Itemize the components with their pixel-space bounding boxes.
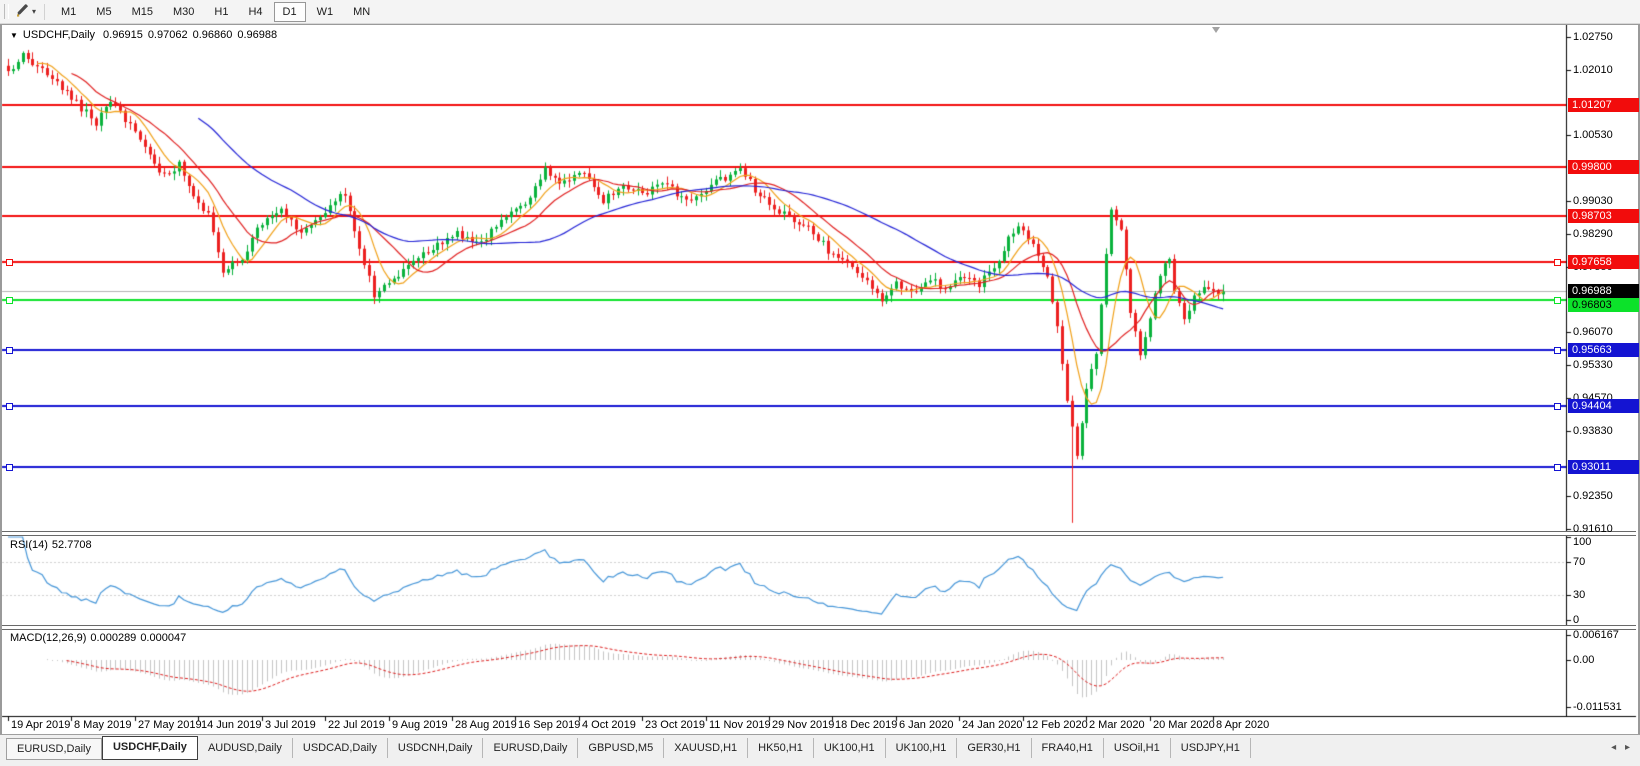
toolbar-separator <box>44 3 46 20</box>
chart-tabs: EURUSD,Daily USDCHF,Daily AUDUSD,Daily USDC… <box>6 735 1251 760</box>
drawing-tool-button[interactable]: ▾ <box>14 1 38 22</box>
chart-tab-bar: EURUSD,Daily USDCHF,Daily AUDUSD,Daily USDC… <box>0 734 1640 766</box>
tab-scroll-right-icon[interactable]: ▸ <box>1625 742 1630 753</box>
chart-tab-uk100-h1[interactable]: UK100,H1 <box>886 738 958 758</box>
chart-tab-fra40-h1[interactable]: FRA40,H1 <box>1032 738 1104 758</box>
chart-tab-audusd-daily[interactable]: AUDUSD,Daily <box>198 738 293 758</box>
mt4-terminal: { "icons": { "chart_menu": "▼", "toolbar… <box>0 0 1640 766</box>
chart-canvas[interactable] <box>0 0 1640 766</box>
timeframe-button-m5[interactable]: M5 <box>87 2 120 22</box>
chart-tab-usdcnh-daily[interactable]: USDCNH,Daily <box>388 738 484 758</box>
chart-tab-gbpusd-m5[interactable]: GBPUSD,M5 <box>578 738 665 758</box>
timeframe-button-m30[interactable]: M30 <box>164 2 203 22</box>
chart-tab-usdchf-daily[interactable]: USDCHF,Daily <box>101 736 198 760</box>
timeframe-button-mn[interactable]: MN <box>344 2 379 22</box>
timeframe-button-d1[interactable]: D1 <box>273 1 306 22</box>
chart-tab-usoil-h1[interactable]: USOil,H1 <box>1104 738 1171 758</box>
chart-tab-xauusd-h1[interactable]: XAUUSD,H1 <box>664 738 749 758</box>
chart-tab-uk100-h1[interactable]: UK100,H1 <box>814 738 886 758</box>
tab-scroll-left-icon[interactable]: ◂ <box>1611 742 1616 753</box>
timeframe-button-w1[interactable]: W1 <box>308 2 343 22</box>
chart-tab-usdcad-daily[interactable]: USDCAD,Daily <box>293 738 388 758</box>
chart-tab-eurusd-daily[interactable]: EURUSD,Daily <box>6 738 102 760</box>
tab-scroll-arrows: ◂ ▸ <box>1605 742 1630 753</box>
timeframe-buttons: M1 M5 M15 M30 H1 H4 D1 W1 MN <box>51 1 380 22</box>
chart-tab-ger30-h1[interactable]: GER30,H1 <box>957 738 1032 758</box>
chevron-down-icon[interactable]: ▾ <box>32 7 36 16</box>
timeframe-button-m15[interactable]: M15 <box>123 2 162 22</box>
chart-tab-eurusd-daily[interactable]: EURUSD,Daily <box>483 738 579 758</box>
timeframe-button-m1[interactable]: M1 <box>52 2 85 22</box>
timeframe-button-h1[interactable]: H1 <box>205 2 237 22</box>
chart-tab-hk50-h1[interactable]: HK50,H1 <box>748 738 814 758</box>
chart-tab-usdjpy-h1[interactable]: USDJPY,H1 <box>1171 738 1251 758</box>
toolbar-grip[interactable] <box>4 4 9 19</box>
pencil-icon <box>16 3 30 20</box>
timeframe-button-h4[interactable]: H4 <box>239 2 271 22</box>
toolbar: ▾ M1 M5 M15 M30 H1 H4 D1 W1 MN <box>0 0 1640 24</box>
